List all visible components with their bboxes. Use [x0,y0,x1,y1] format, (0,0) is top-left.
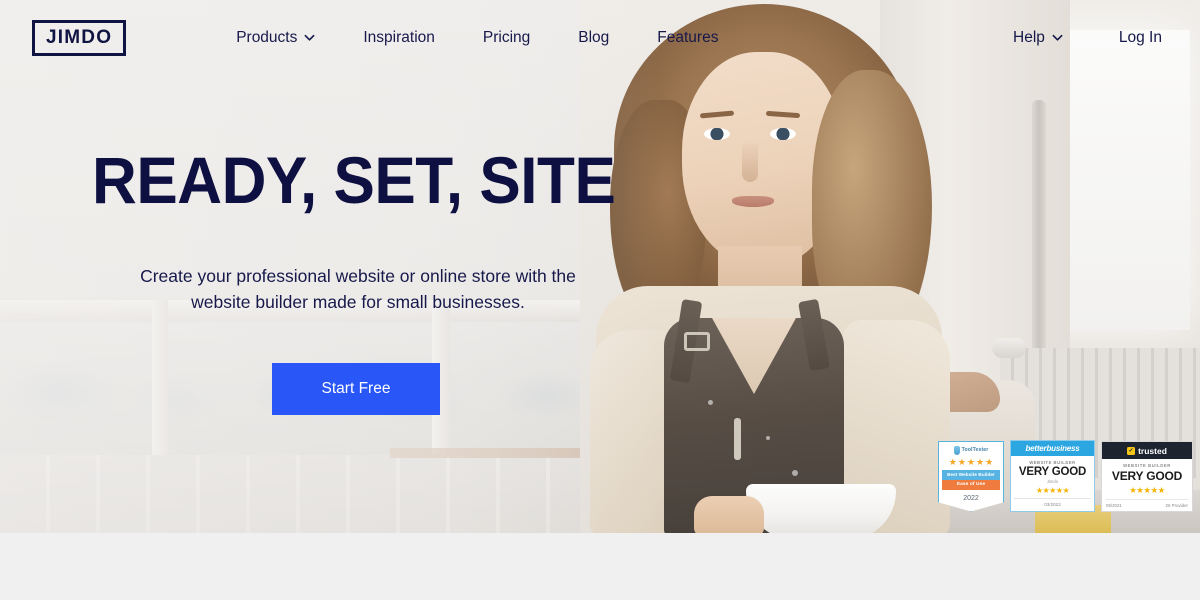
trusted-logo: ✓ trusted [1102,442,1192,459]
badge-line-1: Best Website Builder [942,469,1000,480]
radiator-valve [992,338,1026,358]
star-icon: ★ [985,456,994,467]
nav-item-pricing[interactable]: Pricing [483,29,530,47]
star-icon: ★ [966,456,976,467]
hero-section: JIMDO Products Inspiration Pricing Blog [0,0,1200,533]
clay-speck [792,470,798,476]
badge-date: 05/2021 [1106,502,1122,508]
nav-label: Products [236,29,298,46]
badge-tooltester[interactable]: ToolTester ★ ★ ★ ★ ★ Best Website Builde… [938,440,1004,512]
ceramic-bowl [746,484,896,533]
hero-content: READY, SET, SITE Create your professiona… [92,143,622,416]
award-badges: ToolTester ★ ★ ★ ★ ★ Best Website Builde… [938,440,1193,512]
brand-label: ToolTester [961,447,989,453]
landing-page: JIMDO Products Inspiration Pricing Blog [0,0,1200,600]
tooltester-logo: ToolTester [942,445,1000,455]
nav-label: Blog [578,29,610,46]
eye-left [704,128,730,140]
hand [694,496,764,533]
badge-kicker: WEBSITE BUILDER [1029,460,1076,465]
badge-better-business[interactable]: betterbusiness WEBSITE BUILDER VERY GOOD… [1010,440,1095,512]
nav-item-login[interactable]: Log In [1119,29,1162,47]
background-worktable [0,455,660,533]
nav-item-products[interactable]: Products [236,29,315,47]
hero-subheadline: Create your professional website or onli… [140,265,576,312]
badge-year: 2022 [938,489,1004,512]
badge-provider-count: 26 Provider [1165,502,1188,508]
chevron-down-icon [1052,32,1063,43]
rating-stars: ★ ★ ★ ★ ★ [942,456,1000,467]
star-icon: ★ [957,456,966,467]
star-icon: ★ [948,456,957,467]
brand-label: trusted [1138,445,1167,456]
badge-footer: 05/2021 26 Provider [1106,499,1188,508]
nav-label: Inspiration [363,29,435,46]
start-free-button[interactable]: Start Free [272,363,440,416]
clay-speck [766,436,770,440]
badge-body: WEBSITE BUILDER VERY GOOD Jimdo ★★★★★ 03… [1011,456,1094,511]
badge-body: WEBSITE BUILDER VERY GOOD ★★★★★ 05/2021 … [1102,459,1192,511]
flask-icon [953,445,960,455]
badge-date: 03/2022 [1014,498,1091,507]
badge-subject: Jimdo [1046,479,1059,484]
apron-buckle [684,332,710,351]
nav-item-inspiration[interactable]: Inspiration [363,29,435,47]
nav-label: Pricing [482,29,531,46]
nav-label: Features [657,29,719,46]
badge-line-2: Ease of Use [942,479,1000,490]
pottery-tool [734,418,741,460]
primary-nav: Products Inspiration Pricing Blog Featur… [236,29,718,47]
badge-rating: VERY GOOD [1111,469,1183,483]
betterbusiness-logo: betterbusiness [1011,441,1094,456]
nav-item-help[interactable]: Help [1013,29,1063,47]
clay-speck [708,400,713,405]
top-navigation-bar: JIMDO Products Inspiration Pricing Blog [0,0,1200,76]
nav-item-features[interactable]: Features [657,29,718,47]
star-icon: ★ [976,456,985,467]
mouth [732,196,774,207]
studio-pipe [1032,100,1046,360]
rating-stars: ★★★★★ [1129,485,1165,495]
chevron-down-icon [304,32,315,43]
nav-label: Help [1013,29,1045,46]
badge-trusted[interactable]: ✓ trusted WEBSITE BUILDER VERY GOOD ★★★★… [1101,441,1193,512]
tooltester-shield-top: ToolTester ★ ★ ★ ★ ★ Best Website Builde… [938,440,1004,490]
secondary-nav: Help Log In [1013,29,1162,47]
nav-label: Log In [1118,29,1162,46]
jimdo-logo[interactable]: JIMDO [32,20,127,56]
nav-item-blog[interactable]: Blog [578,29,609,47]
badge-kicker: WEBSITE BUILDER [1123,463,1171,468]
page-title: READY, SET, SITE [92,143,616,217]
badge-rating: VERY GOOD [1018,466,1087,478]
potter-woman-figure [590,0,950,533]
next-section-placeholder [0,533,1200,600]
nose [742,140,758,182]
rating-stars: ★★★★★ [1035,486,1070,495]
check-badge-icon: ✓ [1127,446,1136,455]
eye-right [770,128,796,140]
